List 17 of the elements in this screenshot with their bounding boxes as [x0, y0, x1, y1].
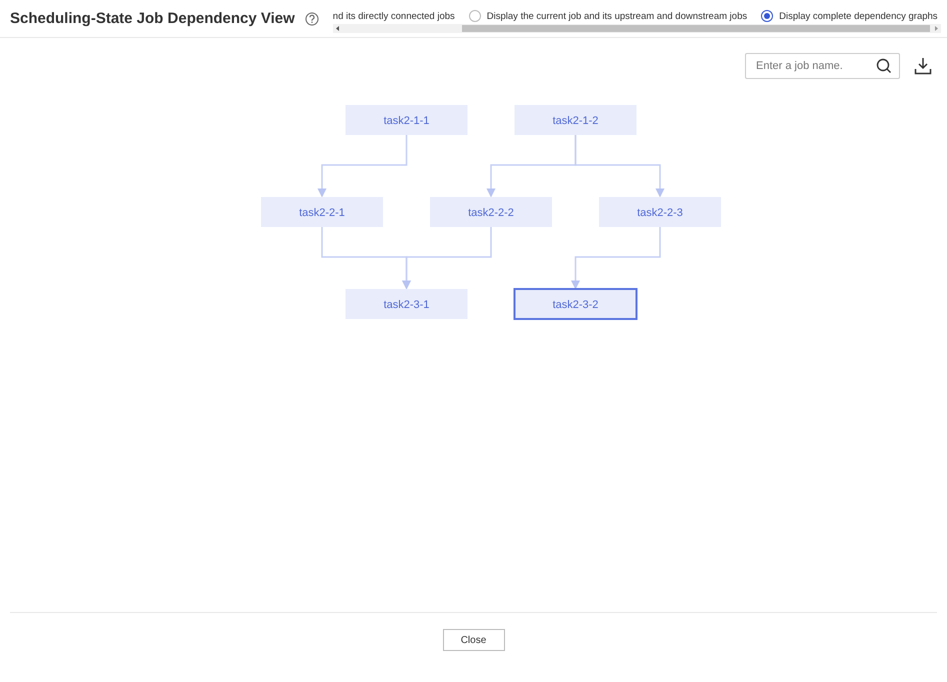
view-option[interactable]: Display complete dependency graphs — [761, 10, 938, 22]
view-option[interactable]: Display the current job and its upstream and downstream jobs — [468, 10, 748, 22]
search-field[interactable]: Enter a job name. — [745, 53, 900, 79]
job-node[interactable]: task2-2-3 — [599, 197, 721, 227]
job-node[interactable]: task2-1-1 — [346, 105, 468, 135]
job-node[interactable]: task2-3-1 — [346, 289, 468, 319]
view-option[interactable]: nd its directly connected jobs — [332, 10, 455, 22]
search-icon[interactable] — [876, 58, 892, 74]
job-node[interactable]: task2-1-2 — [514, 105, 636, 135]
download-icon[interactable] — [914, 57, 932, 75]
close-button[interactable]: Close — [442, 629, 504, 651]
job-node[interactable]: task2-2-2 — [430, 197, 552, 227]
dialog-title: Scheduling-State Job Dependency View — [10, 10, 295, 27]
job-node[interactable]: task2-3-2 — [514, 288, 638, 320]
job-node[interactable]: task2-2-1 — [261, 197, 383, 227]
help-icon[interactable] — [304, 12, 319, 26]
horizontal-scrollbar[interactable] — [332, 24, 941, 33]
